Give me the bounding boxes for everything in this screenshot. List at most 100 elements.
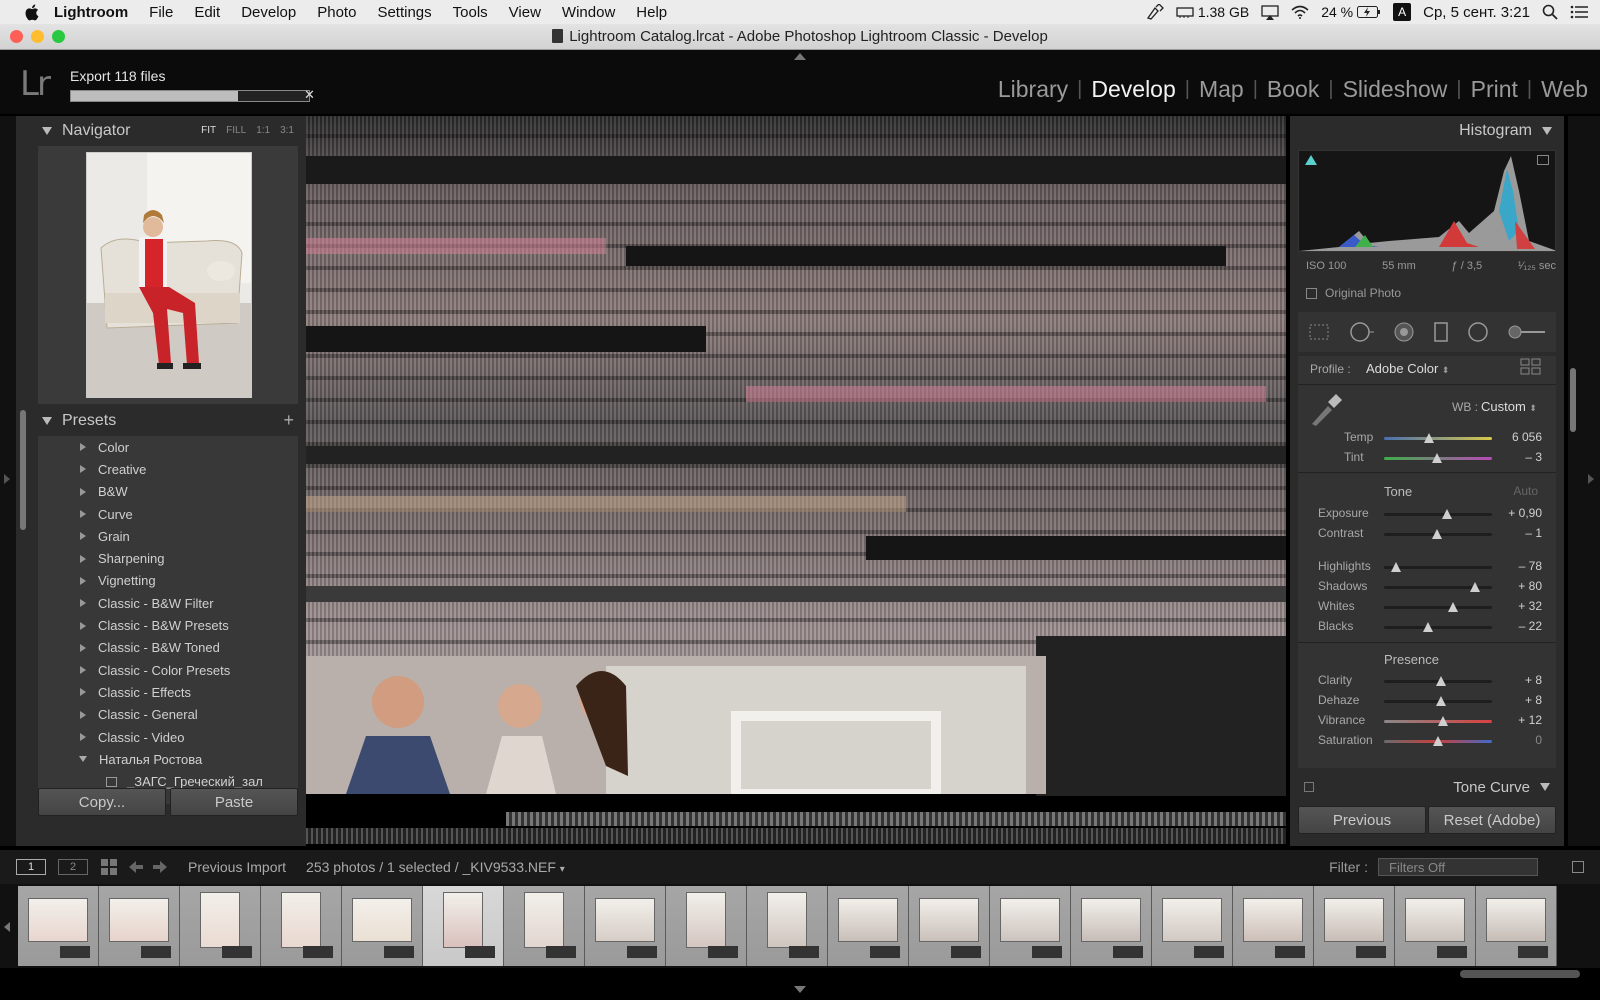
expand-arrow-icon[interactable] <box>80 554 86 563</box>
menu-settings[interactable]: Settings <box>377 4 431 21</box>
top-panel-toggle-icon[interactable] <box>794 53 806 60</box>
selection-info[interactable]: 253 photos / 1 selected / _KIV9533.NEF ▾ <box>306 859 565 875</box>
tint-slider[interactable] <box>1384 453 1492 463</box>
filmstrip-thumbnail[interactable] <box>1233 886 1314 966</box>
histogram-chart[interactable] <box>1298 150 1556 252</box>
original-photo-checkbox[interactable] <box>1306 287 1317 299</box>
wb-select[interactable]: Custom ⬍ <box>1467 399 1537 414</box>
filmstrip-thumbnail[interactable] <box>828 886 909 966</box>
contrast-slider-knob[interactable] <box>1431 529 1442 539</box>
module-book[interactable]: Book <box>1267 76 1319 103</box>
main-window-button[interactable]: 1 <box>16 859 46 875</box>
filmstrip-thumbnail[interactable] <box>585 886 666 966</box>
menu-view[interactable]: View <box>509 4 541 21</box>
filmstrip-scroll-left-icon[interactable] <box>4 922 10 932</box>
filmstrip-source[interactable]: Previous Import <box>188 859 286 875</box>
collapse-triangle-icon[interactable] <box>1542 127 1552 135</box>
preset-folder[interactable]: B&W <box>38 481 298 503</box>
clarity-slider-knob[interactable] <box>1436 676 1447 686</box>
back-arrow-icon[interactable] <box>128 860 144 874</box>
copy-button[interactable]: Copy... <box>38 788 166 816</box>
highlight-clipping-icon[interactable] <box>1537 155 1549 165</box>
expand-arrow-icon[interactable] <box>80 465 86 474</box>
filmstrip-thumbnail[interactable] <box>99 886 180 966</box>
memory-status[interactable]: 1.38 GB <box>1176 4 1249 20</box>
filmstrip-thumbnail[interactable] <box>909 886 990 966</box>
expand-arrow-icon[interactable] <box>80 733 86 741</box>
filmstrip-thumbnail[interactable] <box>423 886 504 966</box>
module-develop[interactable]: Develop <box>1091 76 1175 103</box>
cancel-export-icon[interactable]: ✕ <box>304 87 315 103</box>
expand-arrow-icon[interactable] <box>80 621 86 630</box>
menu-edit[interactable]: Edit <box>194 4 220 21</box>
presets-header[interactable]: Presets + <box>16 406 306 436</box>
tint-value[interactable]: – 3 <box>1525 450 1542 464</box>
menu-develop[interactable]: Develop <box>241 4 296 21</box>
crop-icon[interactable] <box>1307 322 1331 342</box>
zoom-3-1[interactable]: 3:1 <box>280 125 294 136</box>
exposure-value[interactable]: + 0,90 <box>1508 506 1542 520</box>
temp-slider[interactable] <box>1384 433 1492 443</box>
expand-arrow-icon[interactable] <box>80 643 86 652</box>
expand-arrow-icon[interactable] <box>80 576 86 585</box>
exposure-slider-knob[interactable] <box>1441 509 1452 519</box>
collapse-triangle-icon[interactable] <box>42 417 52 425</box>
spot-removal-icon[interactable] <box>1349 321 1375 343</box>
shadow-clipping-icon[interactable] <box>1305 155 1317 165</box>
filmstrip-thumbnail[interactable] <box>747 886 828 966</box>
blacks-slider[interactable] <box>1384 622 1492 632</box>
temp-slider-knob[interactable] <box>1424 433 1435 443</box>
highlights-slider-knob[interactable] <box>1390 562 1401 572</box>
image-canvas[interactable] <box>306 116 1286 846</box>
highlights-slider[interactable] <box>1384 562 1492 572</box>
preset-folder[interactable]: Grain <box>38 525 298 547</box>
right-panel-scrollbar[interactable] <box>1570 368 1576 432</box>
expand-arrow-icon[interactable] <box>80 487 86 496</box>
blacks-slider-knob[interactable] <box>1423 622 1434 632</box>
profile-browser-icon[interactable] <box>1520 358 1542 376</box>
zoom-fill[interactable]: FILL <box>226 125 246 136</box>
preset-folder[interactable]: Classic - General <box>38 704 298 726</box>
shadows-slider[interactable] <box>1384 582 1492 592</box>
preset-folder[interactable]: Creative <box>38 458 298 480</box>
temp-value[interactable]: 6 056 <box>1512 430 1542 444</box>
tint-slider-knob[interactable] <box>1431 453 1442 463</box>
navigator-thumbnail[interactable] <box>86 152 252 398</box>
preset-folder[interactable]: Color <box>38 436 298 458</box>
tone-curve-header[interactable]: Tone Curve <box>1298 772 1556 802</box>
preset-folder-open[interactable]: Наталья Ростова <box>38 748 298 770</box>
reset-button[interactable]: Reset (Adobe) <box>1428 806 1556 834</box>
collapse-arrow-icon[interactable] <box>79 756 87 763</box>
preset-folder[interactable]: Classic - Video <box>38 726 298 748</box>
second-window-button[interactable]: 2 <box>58 859 88 875</box>
preset-folder[interactable]: Vignetting <box>38 570 298 592</box>
preset-folder[interactable]: Classic - Effects <box>38 681 298 703</box>
expand-arrow-icon[interactable] <box>80 688 86 697</box>
navigator-header[interactable]: Navigator FIT FILL 1:1 3:1 <box>16 116 306 146</box>
filter-lock-icon[interactable] <box>1572 861 1584 873</box>
radial-filter-icon[interactable] <box>1467 321 1489 343</box>
zoom-1-1[interactable]: 1:1 <box>256 125 270 136</box>
menu-file[interactable]: File <box>149 4 173 21</box>
filmstrip-thumbnail[interactable] <box>1395 886 1476 966</box>
module-slideshow[interactable]: Slideshow <box>1343 76 1448 103</box>
spotlight-search-icon[interactable] <box>1542 4 1558 20</box>
module-print[interactable]: Print <box>1471 76 1518 103</box>
graduated-filter-icon[interactable] <box>1433 321 1449 343</box>
contrast-value[interactable]: – 1 <box>1525 526 1542 540</box>
bottom-panel-toggle-icon[interactable] <box>794 986 806 993</box>
menu-help[interactable]: Help <box>636 4 667 21</box>
filmstrip-thumbnail[interactable] <box>666 886 747 966</box>
battery-status[interactable]: 24 % <box>1321 4 1381 20</box>
vibrance-value[interactable]: + 12 <box>1518 713 1542 727</box>
histogram-header[interactable]: Histogram <box>1290 116 1564 146</box>
contrast-slider[interactable] <box>1384 529 1492 539</box>
panel-switch-icon[interactable] <box>1304 782 1314 792</box>
auto-tone-button[interactable]: Auto <box>1513 484 1538 498</box>
dehaze-value[interactable]: + 8 <box>1525 693 1542 707</box>
expand-arrow-icon[interactable] <box>80 710 86 719</box>
exposure-slider[interactable] <box>1384 509 1492 519</box>
filmstrip-thumbnail[interactable] <box>990 886 1071 966</box>
previous-button[interactable]: Previous <box>1298 806 1426 834</box>
vibrance-slider[interactable] <box>1384 716 1492 726</box>
